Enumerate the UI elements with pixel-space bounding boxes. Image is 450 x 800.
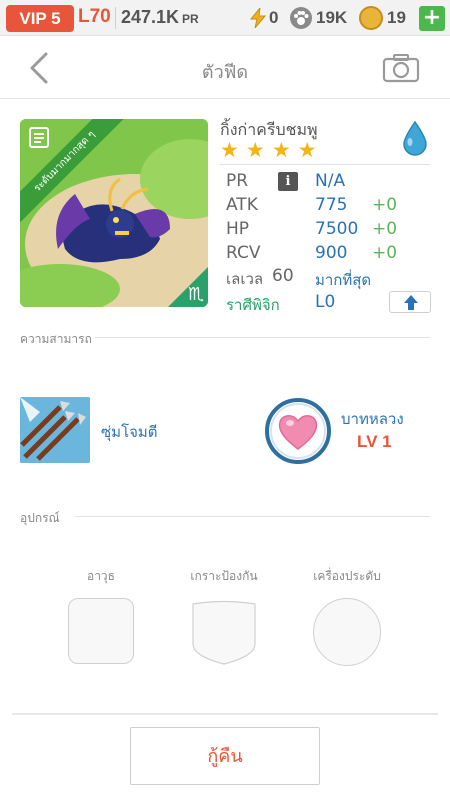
level-value: 60	[272, 266, 294, 286]
pr-unit: PR	[182, 12, 199, 26]
pet-portrait[interactable]: ระดับมากมากสุด ๆ ♏	[20, 119, 208, 307]
stat-label-pr: PR	[226, 171, 249, 191]
weapon-slot[interactable]	[68, 598, 134, 664]
pr-value: 247.1K	[121, 7, 180, 27]
divider	[12, 713, 438, 715]
stat-bonus-rcv: +0	[372, 243, 398, 263]
skill-icon[interactable]	[20, 397, 90, 463]
stat-value-pr: N/A	[315, 171, 346, 191]
camera-icon[interactable]	[382, 52, 420, 84]
stat-label-atk: ATK	[226, 195, 258, 215]
status-bar: VIP 5 L70 247.1K PR 0 19K 19 +	[0, 0, 450, 36]
level-label: เลเวล	[226, 270, 264, 288]
notes-icon[interactable]	[28, 125, 50, 149]
zodiac-name: ราศีพิจิก	[226, 296, 280, 314]
divider	[95, 337, 430, 338]
role-name: บาทหลวง	[341, 410, 404, 428]
accessory-slot[interactable]	[313, 598, 381, 666]
divider	[220, 164, 430, 165]
star-icon: ★	[245, 138, 265, 162]
stat-label-hp: HP	[226, 219, 250, 239]
accessory-label: เครื่องประดับ	[313, 569, 381, 583]
paw-points-value: 19K	[316, 8, 348, 27]
star-icon: ★	[297, 138, 317, 162]
skill-name: ซุ่มโจมตี	[101, 423, 158, 441]
energy-value: 0	[269, 8, 279, 27]
heart-icon	[278, 415, 318, 450]
role-level: LV 1	[357, 432, 392, 451]
divider	[75, 516, 430, 517]
player-level: L70	[78, 6, 111, 27]
scorpio-icon: ♏	[187, 284, 204, 305]
zodiac-upgrade-button[interactable]	[389, 291, 431, 313]
info-icon[interactable]: i	[278, 172, 298, 191]
page-header: ตัวฟีด	[0, 37, 450, 99]
player-pr: 247.1K PR	[121, 7, 199, 28]
status-divider	[115, 7, 116, 29]
level-max: มากที่สุด	[315, 271, 372, 289]
stat-bonus-hp: +0	[372, 219, 398, 239]
water-drop-icon	[403, 120, 427, 156]
zodiac-level: L0	[315, 292, 336, 312]
arrows-icon	[20, 397, 90, 463]
star-rating: ★ ★ ★ ★	[220, 139, 319, 161]
stat-bonus-atk: +0	[372, 195, 398, 215]
paw-icon	[290, 7, 312, 29]
section-label-ability: ความสามารถ	[20, 332, 92, 346]
coin-value: 19	[387, 8, 406, 27]
stat-value-atk: 775	[315, 195, 348, 215]
armor-label: เกราะป้องกัน	[190, 569, 258, 583]
star-icon: ★	[271, 138, 291, 162]
recover-button[interactable]: กู้คืน	[130, 727, 320, 785]
lightning-icon	[250, 8, 266, 28]
star-icon: ★	[220, 138, 239, 162]
stat-value-rcv: 900	[315, 243, 348, 263]
stat-value-hp: 7500	[315, 219, 359, 239]
role-badge-inner	[270, 403, 326, 459]
armor-slot[interactable]	[191, 598, 257, 666]
add-coins-button[interactable]: +	[419, 6, 445, 31]
stat-label-rcv: RCV	[226, 243, 261, 263]
weapon-label: อาวุธ	[86, 569, 115, 583]
section-label-equipment: อุปกรณ์	[20, 511, 60, 525]
vip-badge[interactable]: VIP 5	[6, 5, 74, 32]
coin-icon	[359, 6, 383, 30]
arrow-up-icon	[404, 295, 418, 310]
